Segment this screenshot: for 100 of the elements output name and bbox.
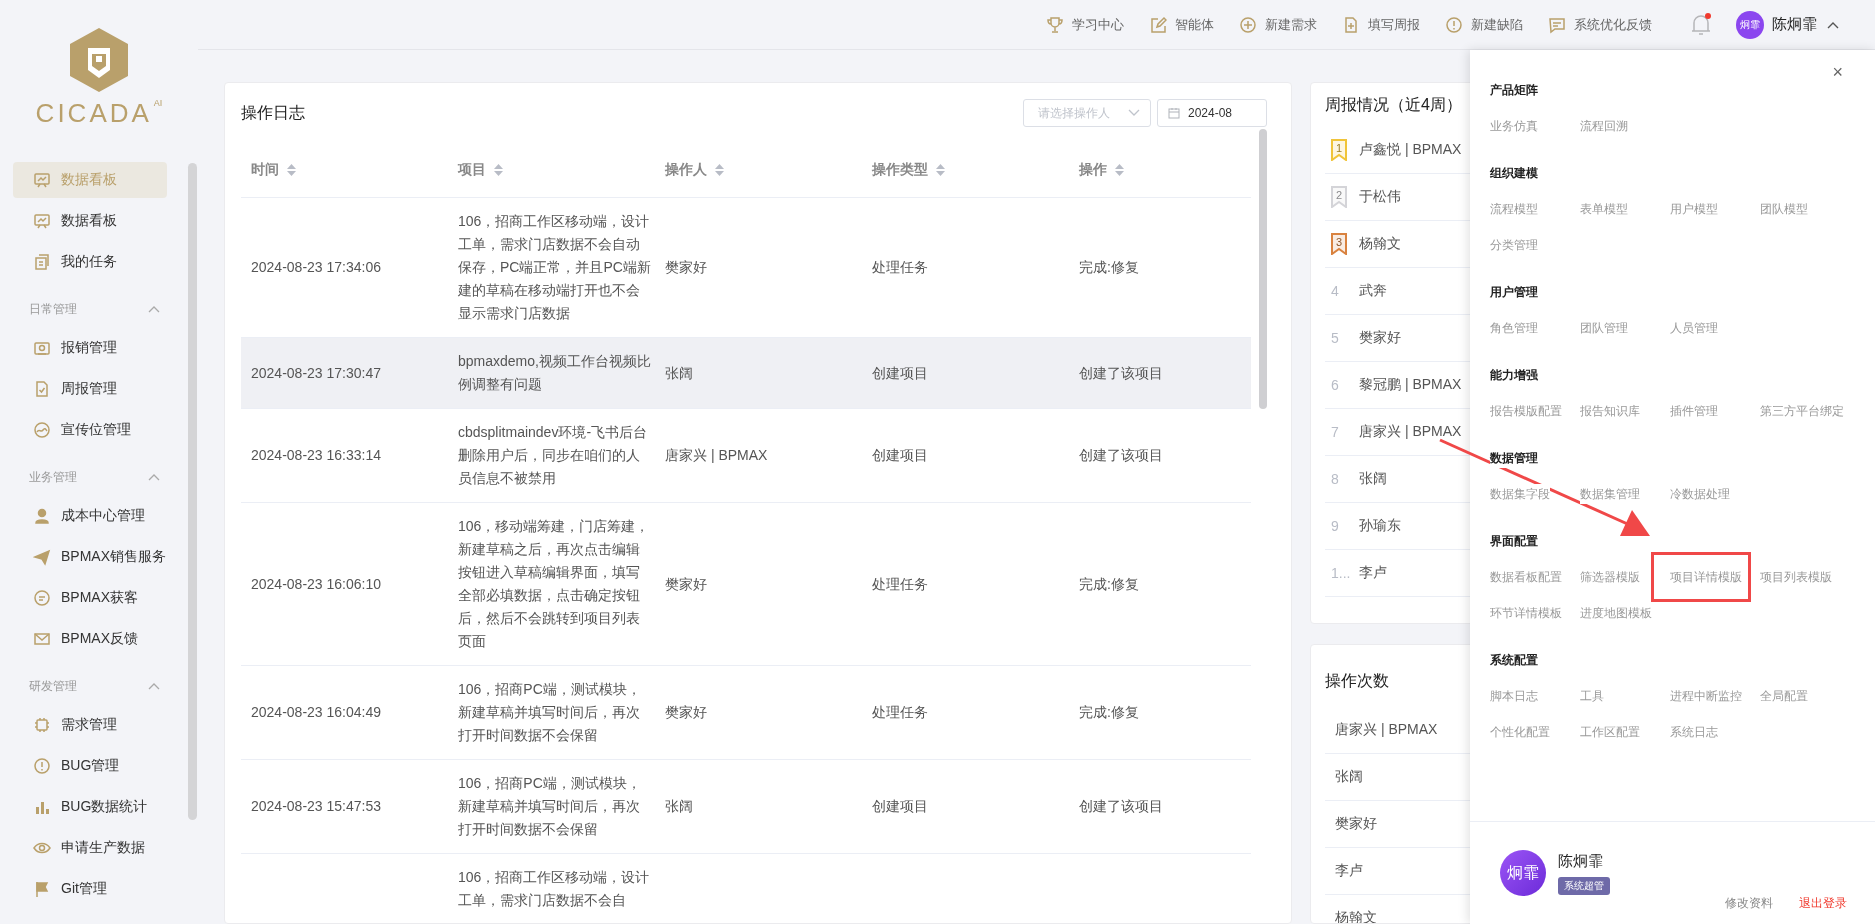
- toolbar-link[interactable]: 填写周报: [1342, 15, 1420, 34]
- sidebar-item[interactable]: 我的任务: [13, 244, 167, 280]
- table-row[interactable]: 2024-08-23 15:47:53 106，招商PC端，测试模块，新建草稿并填写时间后，再次打开时间数据不会保留 张阔 创建项目 创建了该项目: [241, 760, 1251, 854]
- sidebar-item[interactable]: 报销管理: [13, 330, 167, 366]
- receipt-icon: [33, 339, 51, 357]
- table-cell: 张阔: [665, 798, 693, 814]
- group-title: 业务管理: [29, 468, 77, 486]
- person-name: 卢鑫悦 | BPMAX: [1359, 141, 1462, 159]
- column-header[interactable]: 操作: [1069, 143, 1251, 197]
- table-cell: 完成:修复: [1079, 575, 1139, 592]
- table-cell: bpmaxdemo,视频工作台视频比例调整有问题: [458, 353, 651, 392]
- chip-icon: [33, 716, 51, 734]
- chat-bubble-icon: [33, 589, 51, 607]
- sidebar-item[interactable]: Git管理: [13, 871, 167, 907]
- table-cell: 完成:修复: [1079, 704, 1139, 720]
- sort-icon[interactable]: [494, 164, 503, 176]
- person-name: 唐家兴 | BPMAX: [1335, 721, 1438, 739]
- sidebar-item[interactable]: BPMAX销售服务: [13, 539, 186, 575]
- table-row[interactable]: 2024-08-23 16:33:14 cbdsplitmaindev环境-飞书后台删除用户后，同步在咱们的人员信息不被禁用 唐家兴 | BPMAX 创建项目 创建了该项目: [241, 409, 1251, 503]
- table-cell: 处理任务: [872, 259, 928, 275]
- toolbar-link[interactable]: 智能体: [1149, 15, 1214, 34]
- sidebar-item[interactable]: 数据看板: [13, 203, 167, 239]
- table-cell: 处理任务: [872, 575, 928, 592]
- person-name: 唐家兴 | BPMAX: [1359, 423, 1462, 441]
- table-cell: 106，招商PC端，测试模块，新建草稿并填写时间后，再次打开时间数据不会保留: [458, 681, 641, 743]
- user-avatar[interactable]: 炯霏: [1736, 10, 1764, 39]
- sidebar-item[interactable]: 周报管理: [13, 371, 167, 407]
- scrollbar[interactable]: [188, 163, 197, 820]
- table-cell: 创建项目: [872, 798, 928, 814]
- sidebar-item[interactable]: BPMAX反馈: [13, 621, 167, 657]
- card-title: 操作日志: [241, 102, 306, 123]
- user-name[interactable]: 陈炯霏: [1772, 15, 1817, 34]
- person-name: 李卢: [1335, 862, 1363, 880]
- sidebar-item[interactable]: BUG数据统计: [13, 789, 168, 825]
- sidebar-item[interactable]: BUG管理: [13, 748, 167, 784]
- profile-link[interactable]: 退出登录: [1799, 895, 1847, 912]
- sidebar-item[interactable]: 宣传位管理: [13, 412, 167, 448]
- column-header[interactable]: 操作人: [655, 143, 862, 197]
- sort-icon[interactable]: [936, 164, 945, 176]
- person-name: 杨翰文: [1359, 235, 1401, 253]
- group-title: 日常管理: [29, 300, 77, 318]
- rank-medal: 2: [1331, 186, 1347, 208]
- trophy-icon: [1046, 15, 1064, 34]
- column-header[interactable]: 时间: [241, 143, 448, 197]
- table-cell: 创建了该项目: [1079, 447, 1163, 463]
- table-cell: 创建项目: [872, 447, 928, 463]
- chart-board-icon: [33, 212, 51, 230]
- plus-circle-icon: [1239, 15, 1257, 34]
- column-header[interactable]: 项目: [448, 143, 655, 197]
- close-icon[interactable]: ×: [1832, 62, 1843, 83]
- sort-icon[interactable]: [1115, 164, 1124, 176]
- document-stack-icon: [33, 253, 51, 271]
- person-name: 武奔: [1359, 282, 1387, 300]
- sidebar-item[interactable]: 数据看板: [13, 162, 167, 198]
- warning-circle-icon: [33, 757, 51, 775]
- table-cell: 樊家好: [665, 575, 707, 592]
- person-name: 孙瑜东: [1359, 517, 1401, 535]
- table-row[interactable]: 2024-08-23 17:30:47 bpmaxdemo,视频工作台视频比例调整有问题 张阔 创建项目 创建了该项目: [241, 338, 1251, 409]
- table-cell: 2024-08-23 17:30:47: [251, 364, 381, 381]
- role-badge: 系统超管: [1558, 876, 1610, 895]
- table-cell: 2024-08-23 16:33:14: [251, 447, 381, 463]
- checked-document-icon: [33, 380, 51, 398]
- swirl-circle-icon: [33, 421, 51, 439]
- table-cell: 2024-08-23 16:04:49: [251, 704, 381, 720]
- chevron-icon[interactable]: [1827, 20, 1839, 29]
- flag-icon: [33, 880, 51, 898]
- table-row[interactable]: 106，招商工作区移动端，设计工单，需求门店数据不会自: [241, 854, 1251, 923]
- table-cell: cbdsplitmaindev环境-飞书后台删除用户后，同步在咱们的人员信息不被禁用: [458, 424, 648, 486]
- table-cell: 唐家兴 | BPMAX: [665, 447, 768, 463]
- card-title: 周报情况（近4周）: [1325, 94, 1462, 115]
- sidebar-item[interactable]: 需求管理: [13, 707, 167, 743]
- toolbar-link[interactable]: 新建缺陷: [1445, 15, 1523, 34]
- sidebar-item[interactable]: BPMAX获客: [13, 580, 167, 616]
- sidebar-item[interactable]: 申请生产数据: [13, 830, 167, 866]
- sidebar-item[interactable]: 成本中心管理: [13, 498, 167, 534]
- person-name: 张阔: [1359, 470, 1387, 488]
- profile-link[interactable]: 修改资料: [1725, 895, 1773, 912]
- table-row[interactable]: 2024-08-23 16:04:49 106，招商PC端，测试模块，新建草稿并填写时间后，再次打开时间数据不会保留 樊家好 处理任务 完成:修复: [241, 666, 1251, 760]
- table-row[interactable]: 2024-08-23 16:06:10 106，移动端筹建，门店筹建，新建草稿之后，再次点击编辑按钮进入草稿编辑界面，填写全部必填数据，点击确定按钮后，然后不会跳转到项目列表页面 樊家好 处理任务 完成:修复: [241, 503, 1251, 666]
- month-picker[interactable]: 2024-08: [1157, 99, 1267, 127]
- sort-icon[interactable]: [715, 164, 724, 176]
- toolbar-link[interactable]: 系统优化反馈: [1548, 15, 1652, 34]
- sort-icon[interactable]: [287, 164, 296, 176]
- rank-number: 6: [1331, 377, 1339, 393]
- table-cell: 2024-08-23 17:34:06: [251, 259, 381, 275]
- toolbar-link[interactable]: 新建需求: [1239, 15, 1317, 34]
- group-title: 研发管理: [29, 677, 77, 695]
- table-cell: 106，移动端筹建，门店筹建，新建草稿之后，再次点击编辑按钮进入草稿编辑界面，填写全部必填数据，点击确定按钮后，然后不会跳转到项目列表页面: [458, 518, 650, 649]
- table-cell: 张阔: [665, 364, 693, 381]
- cicada-logo-icon: [68, 26, 130, 94]
- table-cell: 2024-08-23 15:47:53: [251, 798, 381, 814]
- toolbar-link[interactable]: 学习中心: [1046, 15, 1124, 34]
- person-name: 于松伟: [1359, 188, 1401, 206]
- table-cell: 创建了该项目: [1079, 798, 1163, 814]
- table-cell: 2024-08-23 16:06:10: [251, 575, 381, 592]
- scrollbar[interactable]: [1259, 129, 1267, 409]
- column-header[interactable]: 操作类型: [862, 143, 1069, 197]
- table-cell: 樊家好: [665, 259, 707, 275]
- rank-number: 7: [1331, 424, 1339, 440]
- table-cell: 创建项目: [872, 364, 928, 381]
